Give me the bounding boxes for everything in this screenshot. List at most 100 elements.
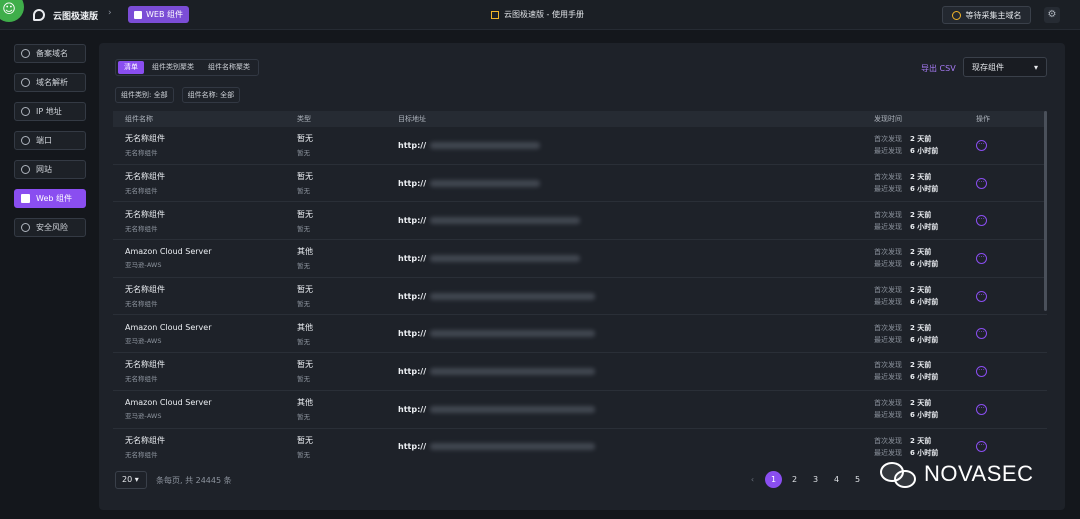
prev-page-icon[interactable]: ‹ — [744, 471, 761, 488]
target-url[interactable]: http:// — [398, 367, 874, 376]
port-icon — [21, 136, 30, 145]
more-actions-icon[interactable]: ··· — [976, 290, 987, 302]
sidebar-item-4[interactable]: 网站 — [14, 160, 86, 179]
novasec-watermark: NOVASEC — [880, 460, 1033, 488]
export-csv-link[interactable]: 导出 CSV — [921, 63, 956, 74]
component-type: 暂无 — [297, 134, 313, 144]
component-vendor: 无名称组件 — [125, 450, 158, 459]
tab-2[interactable]: 组件名称聚类 — [202, 61, 256, 74]
component-vendor: 无名称组件 — [125, 300, 158, 309]
component-type: 其他 — [297, 247, 313, 257]
last-seen: 最近发现 6 小时前 — [874, 147, 939, 156]
more-actions-icon[interactable]: ··· — [976, 139, 987, 151]
page-button[interactable]: 3 — [807, 471, 824, 488]
redacted-url — [430, 217, 581, 225]
page-button[interactable]: 4 — [828, 471, 845, 488]
last-seen: 最近发现 6 小时前 — [874, 448, 939, 457]
component-vendor: 无名称组件 — [125, 375, 158, 384]
more-actions-icon[interactable]: ··· — [976, 177, 987, 189]
more-actions-icon[interactable]: ··· — [976, 328, 987, 340]
page-size-select[interactable]: 20 ▾ — [115, 471, 147, 489]
top-bar: ☺ 云图极速版 › WEB 组件 云图极速版 - 使用手册 等待采集主域名 ⚙ — [0, 0, 1080, 30]
header-time[interactable]: 发现时间 — [874, 114, 976, 124]
table-row[interactable]: Amazon Cloud Server 亚马逊-AWS 其他 暂无 http://首次发… — [113, 240, 1047, 278]
component-name: 无名称组件 — [125, 360, 165, 370]
gear-icon[interactable]: ⚙ — [1044, 7, 1060, 23]
component-vendor: 无名称组件 — [125, 187, 158, 196]
app-name: 云图极速版 — [53, 12, 99, 22]
sidebar-item-6[interactable]: 安全风险 — [14, 218, 86, 237]
component-type: 其他 — [297, 322, 313, 332]
header-type[interactable]: 类型 — [297, 114, 398, 124]
globe-icon — [21, 78, 30, 87]
table-row[interactable]: 无名称组件 无名称组件 暂无 暂无 http://首次发现 2 天前 最近发现 6 小时前 ··… — [113, 353, 1047, 391]
first-seen: 首次发现 2 天前 — [874, 323, 932, 332]
table-row[interactable]: 无名称组件 无名称组件 暂无 暂无 http://首次发现 2 天前 最近发现 6 小时前 ··… — [113, 127, 1047, 165]
component-vendor: 亚马逊-AWS — [125, 336, 162, 345]
sidebar-item-2[interactable]: IP 地址 — [14, 102, 86, 121]
first-seen: 首次发现 2 天前 — [874, 286, 932, 295]
header-name[interactable]: 组件名称 — [113, 114, 297, 124]
component-type-sub: 暂无 — [297, 187, 310, 196]
table-row[interactable]: 无名称组件 无名称组件 暂无 暂无 http://首次发现 2 天前 最近发现 6 小时前 ··… — [113, 429, 1047, 462]
filter-chip[interactable]: 组件名称: 全部 — [181, 87, 241, 103]
target-url[interactable]: http:// — [398, 179, 874, 188]
tab-1[interactable]: 组件类别聚类 — [146, 61, 200, 74]
sidebar-item-5[interactable]: Web 组件 — [14, 189, 86, 208]
target-url[interactable]: http:// — [398, 292, 874, 301]
table-row[interactable]: 无名称组件 无名称组件 暂无 暂无 http://首次发现 2 天前 最近发现 6 小时前 ··… — [113, 165, 1047, 203]
clock-icon — [951, 10, 961, 20]
component-type-sub: 暂无 — [297, 337, 310, 346]
sidebar-item-3[interactable]: 端口 — [14, 131, 86, 150]
component-type-sub: 暂无 — [297, 262, 310, 271]
wechat-watermark-icon — [880, 460, 918, 488]
target-url[interactable]: http:// — [398, 442, 874, 451]
ip-icon — [21, 107, 30, 116]
target-url[interactable]: http:// — [398, 141, 874, 150]
puzzle-icon — [21, 194, 30, 203]
sidebar-item-0[interactable]: 备案域名 — [14, 44, 86, 63]
collect-domain-button[interactable]: 等待采集主域名 — [942, 6, 1031, 24]
last-seen: 最近发现 6 小时前 — [874, 222, 939, 231]
target-url[interactable]: http:// — [398, 329, 874, 338]
select-value: 现存组件 — [972, 62, 1004, 72]
target-url[interactable]: http:// — [398, 254, 874, 263]
breadcrumb-current[interactable]: WEB 组件 — [128, 6, 189, 23]
book-icon — [491, 10, 499, 19]
page-button[interactable]: 2 — [786, 471, 803, 488]
component-vendor: 亚马逊-AWS — [125, 261, 162, 270]
first-seen: 首次发现 2 天前 — [874, 248, 932, 257]
table-row[interactable]: 无名称组件 无名称组件 暂无 暂无 http://首次发现 2 天前 最近发现 6 小时前 ··… — [113, 278, 1047, 316]
header-url[interactable]: 目标地址 — [398, 114, 874, 124]
redacted-url — [430, 254, 581, 262]
last-seen: 最近发现 6 小时前 — [874, 411, 939, 420]
app-logo-icon — [33, 9, 45, 21]
table-scrollbar[interactable] — [1044, 111, 1047, 311]
table-row[interactable]: Amazon Cloud Server 亚马逊-AWS 其他 暂无 http://首次发… — [113, 315, 1047, 354]
table-row[interactable]: 无名称组件 无名称组件 暂无 暂无 http://首次发现 2 天前 最近发现 6 小时前 ··… — [113, 202, 1047, 241]
target-url[interactable]: http:// — [398, 216, 874, 225]
first-seen: 首次发现 2 天前 — [874, 399, 932, 408]
component-type: 暂无 — [297, 172, 313, 182]
manual-label: 云图极速版 - 使用手册 — [504, 10, 584, 19]
more-actions-icon[interactable]: ··· — [976, 252, 987, 264]
watermark-text: NOVASEC — [924, 461, 1034, 486]
filter-chip[interactable]: 组件类别: 全部 — [115, 87, 174, 103]
page-button[interactable]: 1 — [765, 471, 782, 488]
page-button[interactable]: 5 — [849, 471, 866, 488]
tab-0[interactable]: 清单 — [118, 61, 144, 74]
more-actions-icon[interactable]: ··· — [976, 403, 987, 415]
more-actions-icon[interactable]: ··· — [976, 215, 987, 227]
component-name: 无名称组件 — [125, 435, 165, 445]
browser-icon — [21, 165, 30, 174]
component-view-select[interactable]: 现存组件 ▾ — [963, 57, 1047, 77]
sidebar-item-1[interactable]: 域名解析 — [14, 73, 86, 92]
table-row[interactable]: Amazon Cloud Server 亚马逊-AWS 其他 暂无 http://首次发… — [113, 391, 1047, 429]
component-type-sub: 暂无 — [297, 224, 310, 233]
more-actions-icon[interactable]: ··· — [976, 441, 987, 453]
component-type: 暂无 — [297, 209, 313, 219]
target-url[interactable]: http:// — [398, 405, 874, 414]
first-seen: 首次发现 2 天前 — [874, 135, 932, 144]
more-actions-icon[interactable]: ··· — [976, 365, 987, 377]
user-manual-link[interactable]: 云图极速版 - 使用手册 — [491, 9, 584, 20]
